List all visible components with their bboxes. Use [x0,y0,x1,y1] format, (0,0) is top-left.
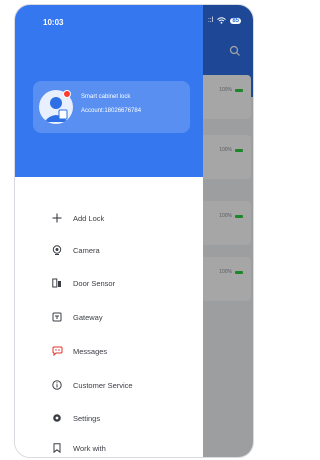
battery-icon: 85 [230,17,241,24]
wifi-icon [217,17,227,24]
menu-item-gateway[interactable]: Gateway [51,307,191,327]
messages-icon [51,345,63,357]
signal-icon: ::l [207,17,214,24]
door-sensor-icon [51,277,63,289]
menu-item-camera[interactable]: Camera [51,240,191,260]
camera-icon [51,244,63,256]
gateway-icon [51,311,63,323]
menu-item-settings[interactable]: Settings [51,408,191,428]
menu-item-door-sensor[interactable]: Door Sensor [51,273,191,293]
profile-card[interactable]: Smart cabinet lock Account:18026676784 [33,81,190,133]
notification-dot [63,90,71,98]
drawer-header: 10:03 Smart cabinet lock Account:1802667… [15,5,203,177]
menu-item-label: Gateway [73,312,103,322]
phone-screen: 100% 100% 100% 100% ::l 85 10:03 Smart c… [14,4,254,458]
menu-item-add-lock[interactable]: Add Lock [51,208,191,228]
settings-icon [51,412,63,424]
menu-item-label: Customer Service [73,380,133,390]
menu-item-work-with[interactable]: Work with [51,438,191,457]
drawer-overlay[interactable] [203,5,253,457]
menu-item-label: Settings [73,413,101,423]
navigation-drawer: 10:03 Smart cabinet lock Account:1802667… [15,5,203,457]
customer-service-icon [51,379,63,391]
bookmark-icon [51,442,63,454]
menu-item-messages[interactable]: Messages [51,341,191,361]
status-bar-right: ::l 85 [208,17,241,24]
menu-item-label: Work with [73,443,106,453]
profile-account: Account:18026676784 [81,108,142,114]
menu-item-label: Door Sensor [73,278,116,288]
profile-name: Smart cabinet lock [81,94,131,100]
menu-item-customer-service[interactable]: Customer Service [51,375,191,395]
status-time: 10:03 [43,18,64,27]
plus-icon [51,212,63,224]
menu-item-label: Messages [73,346,108,356]
menu-item-label: Add Lock [73,213,105,223]
menu-item-label: Camera [73,245,100,255]
